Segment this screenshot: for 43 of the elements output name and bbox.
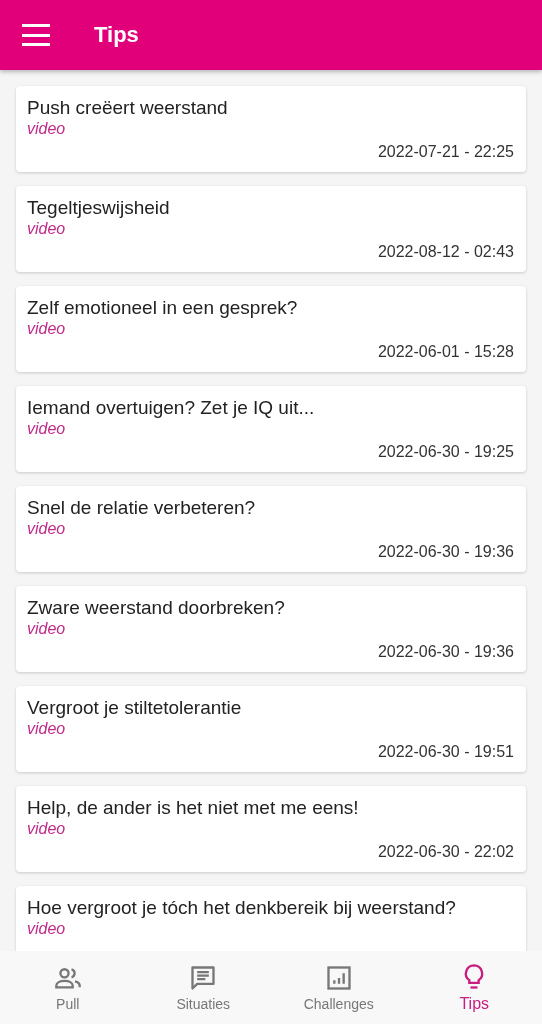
nav-tab[interactable]: Pull bbox=[0, 951, 136, 1024]
tip-date: 2022-06-30 - 19:51 bbox=[377, 742, 514, 762]
tip-type: video bbox=[27, 820, 66, 838]
tip-date: 2022-06-30 - 19:25 bbox=[377, 442, 514, 462]
tip-type: video bbox=[27, 520, 66, 538]
tip-type: video bbox=[27, 420, 66, 438]
tip-card[interactable]: Hoe vergroot je tóch het denkbereik bij weerstand? video bbox=[16, 886, 526, 951]
tip-title: Hoe vergroot je tóch het denkbereik bij weerstand? bbox=[27, 896, 456, 920]
tip-type: video bbox=[27, 120, 66, 138]
tip-date: 2022-08-12 - 02:43 bbox=[377, 242, 514, 262]
tip-title: Iemand overtuigen? Zet je IQ uit... bbox=[27, 396, 315, 420]
tip-title: Zelf emotioneel in een gesprek? bbox=[27, 296, 298, 320]
tip-title: Help, de ander is het niet met me eens! bbox=[27, 796, 359, 820]
tip-title: Zware weerstand doorbreken? bbox=[27, 596, 285, 620]
tip-date: 2022-07-21 - 22:25 bbox=[377, 142, 514, 162]
menu-icon[interactable] bbox=[22, 24, 50, 46]
tip-card[interactable]: Iemand overtuigen? Zet je IQ uit... video 2022-06-30 - 19:25 bbox=[16, 386, 526, 472]
tip-date: 2022-06-01 - 15:28 bbox=[377, 342, 514, 362]
tip-type: video bbox=[27, 920, 66, 938]
tip-title: Snel de relatie verbeteren? bbox=[27, 496, 256, 520]
nav-tab[interactable]: Challenges bbox=[271, 951, 407, 1024]
tip-card[interactable]: Help, de ander is het niet met me eens! video 2022-06-30 - 22:02 bbox=[16, 786, 526, 872]
tip-title: Push creëert weerstand bbox=[27, 96, 228, 120]
tip-date: 2022-06-30 - 19:36 bbox=[377, 642, 514, 662]
tip-type: video bbox=[27, 220, 66, 238]
chat-icon bbox=[189, 963, 218, 992]
tip-card[interactable]: Snel de relatie verbeteren? video 2022-06-30 - 19:36 bbox=[16, 486, 526, 572]
nav-tab[interactable]: Situaties bbox=[135, 951, 271, 1024]
tip-card[interactable]: Push creëert weerstand video 2022-07-21 - 22:25 bbox=[16, 86, 526, 172]
tip-card[interactable]: Vergroot je stiltetolerantie video 2022-06-30 - 19:51 bbox=[16, 686, 526, 772]
tip-title: Tegeltjeswijsheid bbox=[27, 196, 170, 220]
tip-card[interactable]: Zware weerstand doorbreken? video 2022-06-30 - 19:36 bbox=[16, 586, 526, 672]
app-title: Tips bbox=[94, 22, 139, 48]
tip-type: video bbox=[27, 620, 66, 638]
tip-date: 2022-06-30 - 22:02 bbox=[377, 842, 514, 862]
tip-type: video bbox=[27, 720, 66, 738]
tip-card[interactable]: Tegeltjeswijsheid video 2022-08-12 - 02:43 bbox=[16, 186, 526, 272]
chart-icon bbox=[324, 963, 353, 992]
tip-type: video bbox=[27, 320, 66, 338]
nav-tab[interactable]: Tips bbox=[406, 951, 542, 1024]
tip-card[interactable]: Zelf emotioneel in een gesprek? video 2022-06-01 - 15:28 bbox=[16, 286, 526, 372]
tip-title: Vergroot je stiltetolerantie bbox=[27, 696, 242, 720]
tip-date: 2022-06-30 - 19:36 bbox=[377, 542, 514, 562]
